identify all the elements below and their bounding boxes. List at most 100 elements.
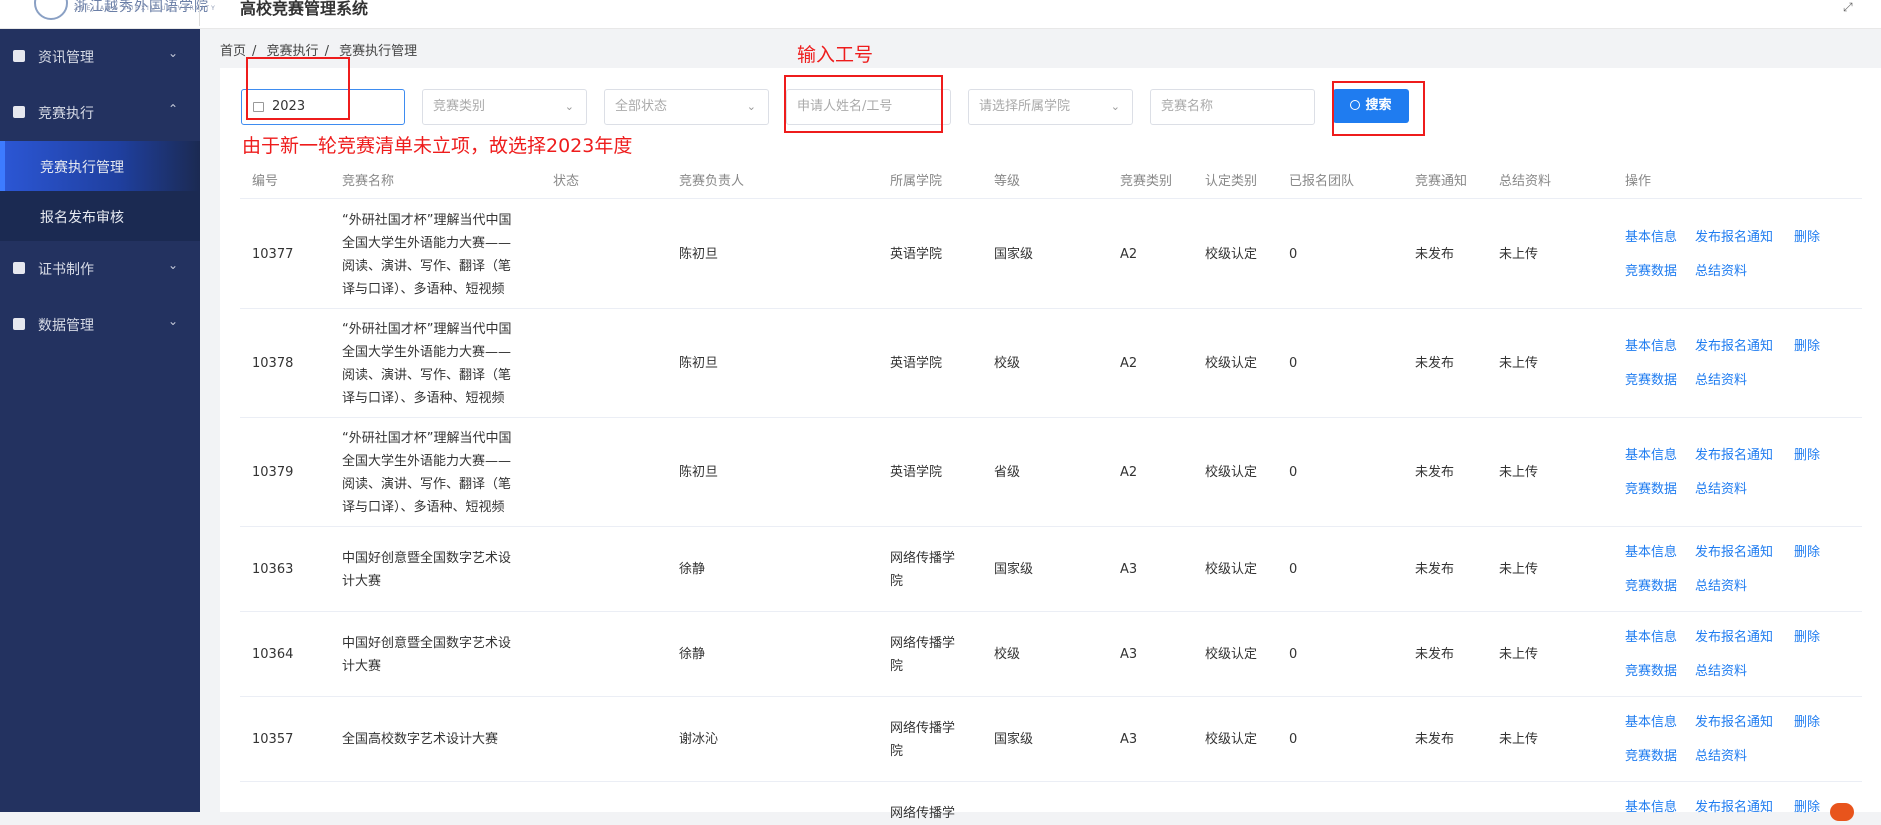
action-basic-info[interactable]: 基本信息 — [1625, 335, 1677, 358]
cell-summary: 未上传 — [1499, 464, 1539, 480]
action-publish-notice[interactable]: 发布报名通知 — [1695, 444, 1773, 467]
action-delete[interactable]: 删除 — [1794, 444, 1820, 467]
cell-college-line: 网络传播学 — [890, 635, 956, 651]
action-basic-info[interactable]: 基本信息 — [1625, 626, 1677, 649]
annotation-box-year — [246, 57, 350, 120]
action-basic-info[interactable]: 基本信息 — [1625, 711, 1677, 734]
status-select[interactable]: 全部状态 ⌄ — [604, 89, 769, 125]
competition-name-input[interactable]: 竞赛名称 — [1150, 89, 1315, 125]
cell-teams: 0 — [1289, 561, 1298, 577]
action-delete[interactable]: 删除 — [1794, 541, 1820, 564]
college-select[interactable]: 请选择所属学院 ⌄ — [968, 89, 1133, 125]
action-publish-notice[interactable]: 发布报名通知 — [1695, 226, 1773, 249]
sidebar-item-label: 数据管理 — [38, 318, 94, 334]
action-summary-materials[interactable]: 总结资料 — [1695, 660, 1747, 683]
cell-recognition: 校级认定 — [1205, 355, 1258, 371]
sidebar-item-competition[interactable]: 竞赛执行 ⌃ — [0, 85, 200, 141]
cell-college-line: 英语学院 — [890, 247, 943, 262]
col-leader: 竞赛负责人 — [679, 174, 745, 189]
col-id: 编号 — [252, 174, 279, 189]
action-basic-info[interactable]: 基本信息 — [1625, 541, 1677, 564]
action-summary-materials[interactable]: 总结资料 — [1695, 478, 1747, 501]
action-delete[interactable]: 删除 — [1794, 226, 1820, 249]
cell-recognition: 校级认定 — [1205, 464, 1258, 480]
cell-teams: 0 — [1289, 464, 1298, 480]
action-competition-data[interactable]: 竞赛数据 — [1625, 369, 1677, 392]
action-delete[interactable]: 删除 — [1794, 335, 1820, 358]
sidebar-subitem-registration-review[interactable]: 报名发布审核 — [0, 191, 200, 241]
action-delete[interactable]: 删除 — [1794, 626, 1820, 649]
action-publish-notice[interactable]: 发布报名通知 — [1695, 711, 1773, 734]
cell-summary: 未上传 — [1499, 246, 1539, 262]
cell-college-line: 院 — [890, 658, 904, 674]
col-category: 竞赛类别 — [1120, 174, 1173, 189]
table-row: 10364 中国好创意暨全国数字艺术设 计大赛 徐静 网络传播学院 校级 A3 校级认定 0 未发… — [240, 612, 1862, 697]
col-name: 竞赛名称 — [342, 174, 395, 189]
action-competition-data[interactable]: 竞赛数据 — [1625, 260, 1677, 283]
cell-leader: 陈初旦 — [679, 355, 719, 371]
chevron-down-icon: ⌄ — [168, 314, 179, 328]
breadcrumb-home[interactable]: 首页 — [220, 44, 246, 59]
cell-name-line: “外研社国才杯”理解当代中国 — [342, 321, 512, 337]
action-delete[interactable]: 删除 — [1794, 796, 1820, 819]
cell-recognition: 校级认定 — [1205, 646, 1258, 662]
annotation-year-note: 由于新一轮竞赛清单未立项，故选择2023年度 — [242, 135, 633, 157]
sidebar-item-certificate[interactable]: 证书制作 ⌄ — [0, 241, 200, 297]
cell-name-line: 中国好创意暨全国数字艺术设 — [342, 550, 512, 566]
fullscreen-icon[interactable]: ⤢ — [1843, 0, 1853, 15]
action-publish-notice[interactable]: 发布报名通知 — [1695, 335, 1773, 358]
cell-id: 10378 — [252, 355, 294, 371]
action-publish-notice[interactable]: 发布报名通知 — [1695, 626, 1773, 649]
chevron-up-icon: ⌃ — [168, 102, 179, 116]
sidebar-item-news[interactable]: 资讯管理 ⌄ — [0, 29, 200, 85]
action-publish-notice[interactable]: 发布报名通知 — [1695, 541, 1773, 564]
cell-summary: 未上传 — [1499, 646, 1539, 662]
annotation-box-applicant — [784, 75, 943, 133]
action-delete[interactable]: 删除 — [1794, 711, 1820, 734]
sidebar-subitem-competition-manage[interactable]: 竞赛执行管理 — [0, 141, 200, 191]
chevron-down-icon: ⌄ — [564, 100, 574, 113]
cell-level: 国家级 — [994, 561, 1034, 577]
sidebar-item-data[interactable]: 数据管理 ⌄ — [0, 297, 200, 353]
action-competition-data[interactable]: 竞赛数据 — [1625, 575, 1677, 598]
table-row: 10357 全国高校数字艺术设计大赛 谢冰沁 网络传播学院 国家级 A3 校级认定 0 未发布 未… — [240, 697, 1862, 782]
action-summary-materials[interactable]: 总结资料 — [1695, 745, 1747, 768]
category-select[interactable]: 竞赛类别 ⌄ — [422, 89, 587, 125]
cell-name-line: 计大赛 — [342, 573, 382, 589]
category-placeholder: 竞赛类别 — [433, 99, 486, 114]
top-bar: 浙江越秀外国语学院 ZHEJIANG YUEXIU UNIVERSITY 高校竞… — [0, 0, 1881, 29]
chevron-down-icon: ⌄ — [1110, 100, 1120, 113]
action-summary-materials[interactable]: 总结资料 — [1695, 575, 1747, 598]
university-name-en: ZHEJIANG YUEXIU UNIVERSITY — [74, 5, 217, 12]
cell-name-line: 全国大学生外语能力大赛—— — [342, 453, 512, 469]
col-recognition: 认定类别 — [1205, 174, 1258, 189]
cell-name-line: 全国大学生外语能力大赛—— — [342, 344, 512, 360]
action-basic-info[interactable]: 基本信息 — [1625, 444, 1677, 467]
action-competition-data[interactable]: 竞赛数据 — [1625, 745, 1677, 768]
action-publish-notice[interactable]: 发布报名通知 — [1695, 796, 1773, 819]
cell-leader: 陈初旦 — [679, 246, 719, 262]
sidebar-subitem-label: 竞赛执行管理 — [40, 160, 124, 176]
sidebar: 资讯管理 ⌄ 竞赛执行 ⌃ 竞赛执行管理 报名发布审核 证书制作 ⌄ 数据管理 … — [0, 29, 200, 812]
floating-badge[interactable] — [1830, 803, 1854, 821]
col-level: 等级 — [994, 174, 1021, 189]
cell-name-line: “外研社国才杯”理解当代中国 — [342, 430, 512, 446]
cell-id: 10379 — [252, 464, 294, 480]
competition-name-placeholder: 竞赛名称 — [1161, 99, 1214, 114]
col-actions: 操作 — [1625, 174, 1652, 189]
action-basic-info[interactable]: 基本信息 — [1625, 226, 1677, 249]
action-competition-data[interactable]: 竞赛数据 — [1625, 478, 1677, 501]
cell-summary: 未上传 — [1499, 731, 1539, 747]
cell-notice: 未发布 — [1415, 646, 1455, 662]
table-row: 10378 “外研社国才杯”理解当代中国 全国大学生外语能力大赛—— 阅读、演讲、写作… — [240, 309, 1862, 418]
cell-category: A2 — [1120, 464, 1138, 480]
cell-category: A3 — [1120, 646, 1138, 662]
action-basic-info[interactable]: 基本信息 — [1625, 796, 1677, 819]
cell-name-line: 全国大学生外语能力大赛—— — [342, 235, 512, 251]
cell-category: A2 — [1120, 246, 1138, 262]
table-row-partial: 网络传播学 基本信息 发布报名通知 删除 — [240, 782, 1862, 822]
action-summary-materials[interactable]: 总结资料 — [1695, 369, 1747, 392]
cell-level: 校级 — [994, 646, 1021, 662]
action-summary-materials[interactable]: 总结资料 — [1695, 260, 1747, 283]
action-competition-data[interactable]: 竞赛数据 — [1625, 660, 1677, 683]
